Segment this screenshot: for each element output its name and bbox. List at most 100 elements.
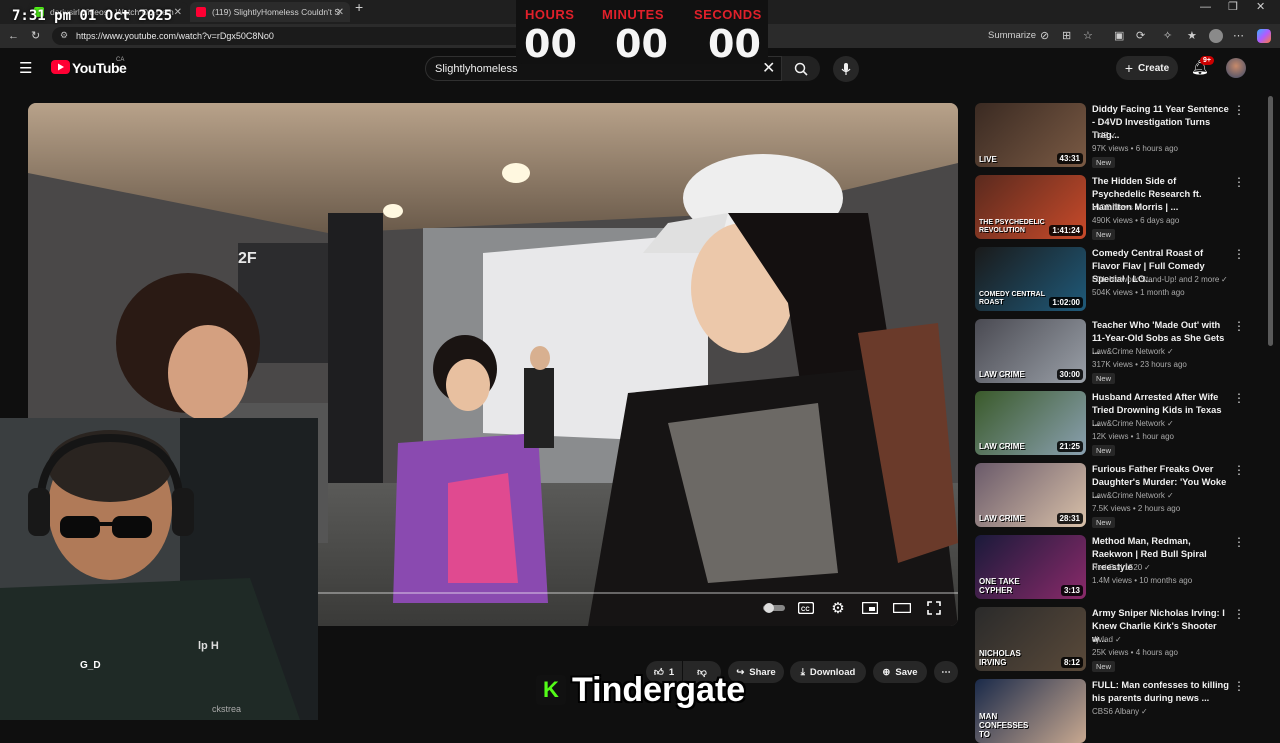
save-button[interactable]: ⊕ Save	[873, 661, 927, 683]
more-options-icon[interactable]: ⋮	[1233, 175, 1245, 189]
seconds-value: 00	[708, 22, 761, 66]
close-tab-icon[interactable]: ✕	[174, 7, 182, 18]
channel-name[interactable]: LOL Network Stand-Up! and 2 more	[1092, 275, 1219, 284]
favorites-icon[interactable]: ★	[1187, 24, 1197, 48]
video-thumbnail[interactable]: NICHOLAS IRVING 8:12	[975, 607, 1086, 671]
video-thumbnail[interactable]: THE PSYCHEDELIC REVOLUTION 1:41:24	[975, 175, 1086, 239]
copilot-icon[interactable]	[1257, 29, 1271, 43]
recommended-video-item[interactable]: THE PSYCHEDELIC REVOLUTION 1:41:24 The Hid…	[975, 175, 1250, 240]
microphone-icon	[841, 63, 851, 75]
verified-icon: ✓	[1167, 419, 1174, 428]
copilot-sparkle-icon[interactable]: ⊘	[1040, 24, 1049, 48]
verified-icon: ✓	[1221, 275, 1228, 284]
verified-icon: ✓	[1141, 707, 1148, 716]
video-meta: 1.4M views • 10 months ago	[1092, 576, 1193, 585]
site-info-icon[interactable]: ⚙	[60, 30, 68, 41]
extension-icon[interactable]: ▣	[1114, 24, 1124, 48]
recommended-video-item[interactable]: LIVE 43:31 Diddy Facing 11 Year Sentence -…	[975, 103, 1250, 168]
video-thumbnail[interactable]: LAW CRIME 21:25	[975, 391, 1086, 455]
browser-tab-2[interactable]: (119) SlightlyHomeless Couldn't S ✕	[190, 2, 350, 22]
more-icon[interactable]: ⋯	[1233, 24, 1244, 48]
sidebar-scrollbar[interactable]	[1268, 96, 1273, 346]
captions-icon[interactable]: CC	[790, 602, 822, 614]
more-actions-button[interactable]: ⋯	[934, 661, 958, 683]
recommended-video-item[interactable]: LAW CRIME 30:00 Teacher Who 'Made Out' wit…	[975, 319, 1250, 384]
verified-icon: ✓	[1144, 563, 1151, 572]
fullscreen-icon[interactable]	[918, 601, 950, 615]
miniplayer-icon[interactable]	[854, 602, 886, 614]
channel-name[interactable]: Law&Crime Network	[1092, 491, 1165, 500]
account-avatar[interactable]	[1226, 58, 1246, 78]
channel-name[interactable]: djvlad	[1092, 635, 1113, 644]
video-thumbnail[interactable]: COMEDY CENTRAL ROAST 1:02:00	[975, 247, 1086, 311]
channel-name[interactable]: Law&Crime Network	[1092, 347, 1165, 356]
new-tab-button[interactable]: +	[355, 0, 363, 19]
video-title[interactable]: FULL: Man confesses to killing his paren…	[1092, 679, 1230, 705]
more-options-icon[interactable]: ⋮	[1233, 103, 1245, 117]
summarize-button[interactable]: Summarize	[988, 24, 1036, 48]
window-close-icon[interactable]: ✕	[1256, 0, 1265, 19]
channel-name[interactable]: CBS6 Albany	[1092, 707, 1139, 716]
new-badge: New	[1092, 157, 1116, 168]
channel-name[interactable]: TMZ	[1092, 131, 1108, 140]
recommended-video-item[interactable]: ONE TAKE CYPHER 3:13 Method Man, Redman, R…	[975, 535, 1250, 599]
video-thumbnail[interactable]: LAW CRIME 30:00	[975, 319, 1086, 383]
recommended-video-item[interactable]: LAW CRIME 28:31 Furious Father Freaks Over…	[975, 463, 1250, 528]
video-meta: 97K views • 6 hours ago	[1092, 144, 1178, 153]
youtube-logo-icon[interactable]	[51, 60, 70, 74]
more-options-icon[interactable]: ⋮	[1233, 247, 1245, 261]
more-options-icon[interactable]: ⋮	[1233, 679, 1245, 693]
more-options-icon[interactable]: ⋮	[1233, 463, 1245, 477]
search-button[interactable]	[782, 56, 820, 81]
more-options-icon[interactable]: ⋮	[1233, 319, 1245, 333]
more-options-icon[interactable]: ⋮	[1233, 391, 1245, 405]
download-label: Download	[809, 666, 856, 678]
channel-name[interactable]: Red Bull 1520	[1092, 563, 1142, 572]
favorite-star-icon[interactable]: ☆	[1083, 24, 1093, 48]
save-icon: ⊕	[882, 666, 891, 678]
share-label: Share	[749, 666, 776, 678]
profile-avatar[interactable]	[1209, 29, 1223, 43]
seconds-label: SECONDS	[694, 7, 762, 22]
streamer-webcam-overlay: lp H G_D ckstrea	[0, 418, 318, 720]
more-options-icon[interactable]: ⋮	[1233, 607, 1245, 621]
verified-icon: ✓	[1167, 347, 1174, 356]
player-controls: CC ⚙	[758, 596, 950, 620]
theater-mode-icon[interactable]	[886, 603, 918, 613]
tab-title: (119) SlightlyHomeless Couldn't S	[212, 7, 341, 17]
more-options-icon[interactable]: ⋮	[1233, 535, 1245, 549]
url-text: https://www.youtube.com/watch?v=rDgx50C8…	[76, 31, 274, 41]
webcam-fragment-text: lp H	[198, 640, 219, 652]
minimize-icon[interactable]: —	[1200, 0, 1211, 19]
search-icon	[794, 62, 808, 76]
settings-gear-icon[interactable]: ⚙	[822, 599, 854, 617]
menu-icon[interactable]: ☰	[19, 59, 32, 77]
verified-icon: ✓	[1115, 635, 1122, 644]
video-meta: 504K views • 1 month ago	[1092, 288, 1185, 297]
channel-name[interactable]: VICE News	[1092, 203, 1133, 212]
recommended-video-item[interactable]: NICHOLAS IRVING 8:12 Army Sniper Nicholas …	[975, 607, 1250, 672]
puzzle-icon[interactable]: ✧	[1163, 24, 1172, 48]
video-thumbnail[interactable]: MAN CONFESSES TO	[975, 679, 1086, 743]
channel-name[interactable]: Law&Crime Network	[1092, 419, 1165, 428]
download-button[interactable]: ⤓ Download	[790, 661, 866, 683]
video-thumbnail[interactable]: LIVE 43:31	[975, 103, 1086, 167]
close-tab-icon[interactable]: ✕	[336, 7, 344, 18]
recommended-video-item[interactable]: LAW CRIME 21:25 Husband Arrested After Wif…	[975, 391, 1250, 456]
autoplay-toggle[interactable]	[758, 603, 790, 613]
apps-icon[interactable]: ⊞	[1062, 24, 1071, 48]
webcam-fragment-text: ckstrea	[212, 704, 242, 714]
reload-icon[interactable]: ↻	[31, 24, 40, 48]
video-meta: 25K views • 4 hours ago	[1092, 648, 1178, 657]
video-thumbnail[interactable]: LAW CRIME 28:31	[975, 463, 1086, 527]
refresh-extension-icon[interactable]: ⟳	[1136, 24, 1145, 48]
recommended-video-item[interactable]: MAN CONFESSES TO FULL: Man confesses to k…	[975, 679, 1250, 743]
back-icon[interactable]: ←	[8, 24, 19, 48]
video-thumbnail[interactable]: ONE TAKE CYPHER 3:13	[975, 535, 1086, 599]
thumbnail-tag: LAW CRIME	[979, 442, 1025, 451]
recommended-video-item[interactable]: COMEDY CENTRAL ROAST 1:02:00 Comedy Centra…	[975, 247, 1250, 311]
maximize-icon[interactable]: ❐	[1228, 0, 1238, 19]
voice-search-button[interactable]	[833, 56, 859, 82]
svg-text:CC: CC	[801, 607, 810, 613]
create-button[interactable]: + Create	[1116, 56, 1178, 80]
